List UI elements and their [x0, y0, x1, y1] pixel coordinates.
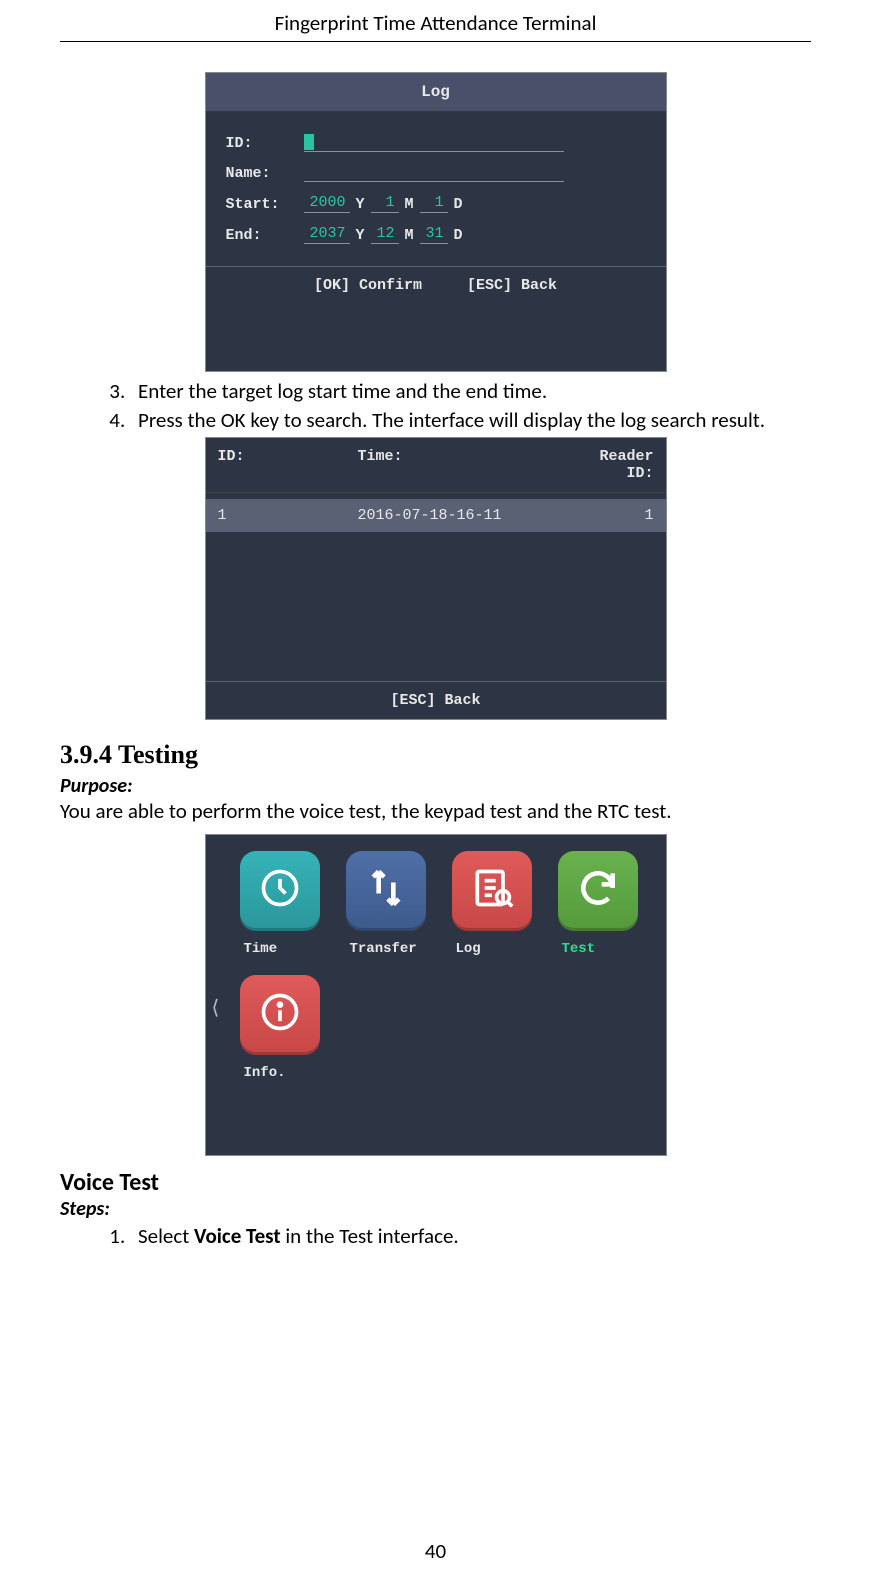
end-day-input[interactable]: 31 [420, 225, 448, 244]
start-year-input[interactable]: 2000 [304, 194, 350, 213]
steps-label: Steps: [60, 1197, 811, 1221]
result-header-row: ID: Time: Reader ID: [206, 438, 666, 493]
steps-list: Enter the target log start time and the … [130, 378, 811, 435]
step-4: Press the OK key to search. The interfac… [130, 407, 811, 434]
purpose-text: You are able to perform the voice test, … [60, 798, 811, 824]
day-unit: D [454, 196, 463, 213]
start-label: Start: [226, 196, 304, 213]
menu-tile-transfer[interactable] [346, 851, 426, 931]
result-reader-id: 1 [568, 507, 654, 524]
transfer-icon [364, 866, 408, 915]
menu-label-log: Log [452, 935, 546, 971]
voice-test-heading: Voice Test [60, 1168, 811, 1197]
end-year-input[interactable]: 2037 [304, 225, 350, 244]
menu-tile-log[interactable] [452, 851, 532, 931]
result-time: 2016-07-18-16-11 [358, 507, 568, 524]
menu-label-time: Time [240, 935, 334, 971]
clock-icon [258, 866, 302, 915]
purpose-label: Purpose: [60, 774, 811, 798]
year-unit: Y [356, 196, 365, 213]
col-id-header: ID: [218, 448, 358, 482]
step-3: Enter the target log start time and the … [130, 378, 811, 405]
page-header: Fingerprint Time Attendance Terminal [60, 10, 811, 42]
result-id: 1 [218, 507, 358, 524]
month-unit: M [405, 227, 414, 244]
menu-label-test: Test [558, 935, 652, 971]
menu-label-transfer: Transfer [346, 935, 440, 971]
id-input[interactable] [304, 133, 564, 152]
ok-hint: [OK] Confirm [314, 277, 422, 294]
refresh-icon [576, 866, 620, 915]
day-unit: D [454, 227, 463, 244]
system-menu-screen: ⟨ Time Transfer Log Test Info. [205, 834, 667, 1156]
screen-title: Log [206, 73, 666, 111]
log-icon [470, 866, 514, 915]
menu-tile-time[interactable] [240, 851, 320, 931]
name-input[interactable] [304, 164, 564, 182]
info-icon [258, 990, 302, 1039]
esc-hint: [ESC] Back [467, 277, 557, 294]
id-label: ID: [226, 135, 304, 152]
menu-tile-info[interactable] [240, 975, 320, 1055]
result-row[interactable]: 1 2016-07-18-16-11 1 [206, 499, 666, 532]
year-unit: Y [356, 227, 365, 244]
month-unit: M [405, 196, 414, 213]
result-footer: [ESC] Back [206, 681, 666, 719]
voice-step-1: Select Voice Test in the Test interface. [130, 1223, 811, 1250]
menu-tile-test[interactable] [558, 851, 638, 931]
section-heading: 3.9.4 Testing [60, 740, 811, 770]
col-time-header: Time: [358, 448, 568, 482]
log-footer: [OK] Confirm [ESC] Back [206, 266, 666, 304]
chevron-left-icon[interactable]: ⟨ [212, 995, 220, 1020]
end-month-input[interactable]: 12 [371, 225, 399, 244]
log-result-screen: ID: Time: Reader ID: 1 2016-07-18-16-11 … [205, 437, 667, 720]
col-reader-header: Reader ID: [568, 448, 654, 482]
log-search-screen: Log ID: Name: Start: 2000 Y 1 M 1 D End:… [205, 72, 667, 372]
name-label: Name: [226, 165, 304, 182]
end-label: End: [226, 227, 304, 244]
page-number: 40 [0, 1538, 871, 1564]
voice-steps-list: Select Voice Test in the Test interface. [130, 1223, 811, 1250]
menu-label-info: Info. [240, 1059, 334, 1095]
start-month-input[interactable]: 1 [371, 194, 399, 213]
start-day-input[interactable]: 1 [420, 194, 448, 213]
